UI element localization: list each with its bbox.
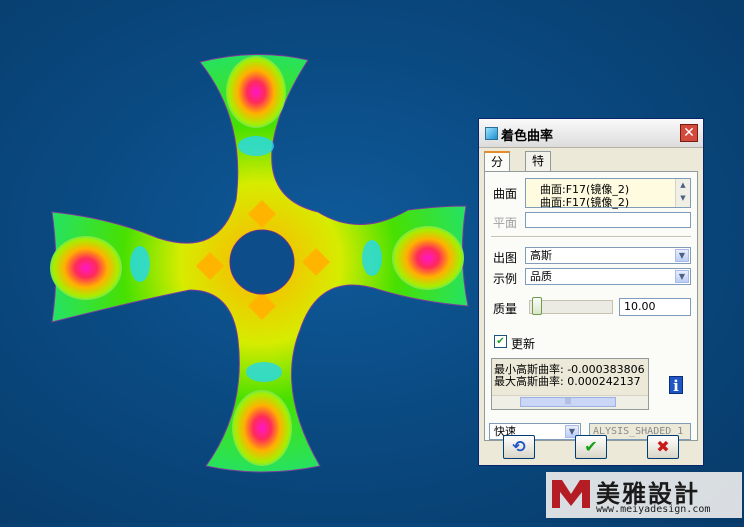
display-value: 品质 (530, 270, 552, 283)
tab-feature[interactable]: 特征 (525, 151, 552, 187)
lobe-bottom (232, 390, 292, 466)
lobe-right (392, 226, 464, 290)
plane-label: 平面 (493, 216, 518, 230)
lobe-left (50, 236, 122, 300)
shaded-curvature-dialog: 着色曲率 ✕ 分析 特征 曲面 曲面:F17(镜像_2) 曲面:F17(镜像_2… (478, 118, 704, 466)
quality-slider-handle[interactable] (532, 297, 542, 315)
surface-label: 曲面 (493, 187, 518, 201)
scroll-up-icon[interactable]: ▲ (676, 179, 690, 192)
lobe-top (226, 56, 286, 128)
quality-input[interactable]: 10.00 (619, 298, 691, 316)
surface-listbox[interactable]: 曲面:F17(镜像_2) 曲面:F17(镜像_2) ▲ ▼ (525, 178, 691, 210)
tab-analysis[interactable]: 分析 (484, 151, 511, 188)
update-checkbox[interactable]: ✔ (494, 335, 507, 348)
ok-button[interactable]: ✔ (575, 435, 607, 459)
cancel-icon: ✖ (656, 437, 670, 456)
watermark-logo-icon (552, 480, 590, 508)
results-scrollbar[interactable]: ||| (492, 395, 648, 409)
curvature-results: 最小高斯曲率: -0.000383806 最大高斯曲率: 0.000242137… (491, 358, 649, 410)
analysis-panel: 曲面 曲面:F17(镜像_2) 曲面:F17(镜像_2) ▲ ▼ 平面 出图 高… (484, 171, 698, 441)
scroll-down-icon[interactable]: ▼ (676, 192, 690, 205)
dialog-title: 着色曲率 (501, 129, 554, 144)
check-icon: ✔ (584, 437, 598, 456)
max-curvature-text: 最大高斯曲率: 0.000242137 (494, 375, 641, 388)
chevron-down-icon[interactable]: ▼ (675, 270, 689, 283)
output-label: 出图 (493, 251, 518, 265)
chevron-down-icon[interactable]: ▼ (675, 249, 689, 262)
center-hole (229, 229, 295, 295)
scrollbar-thumb[interactable]: ||| (520, 397, 616, 407)
quality-label: 质量 (493, 302, 518, 316)
repeat-button[interactable]: ⟲ (503, 435, 535, 459)
watermark: 美雅設計 www.meiyadesign.com (546, 472, 742, 518)
repeat-icon: ⟲ (512, 437, 526, 456)
output-value: 高斯 (530, 249, 552, 262)
app-icon (485, 127, 498, 140)
update-label: 更新 (511, 337, 536, 351)
list-item[interactable]: 曲面:F17(镜像_2) (540, 194, 629, 210)
surface-scrollbar[interactable]: ▲ ▼ (675, 179, 690, 207)
plane-field[interactable] (525, 212, 691, 228)
output-select[interactable]: 高斯 ▼ (525, 247, 691, 264)
cancel-button[interactable]: ✖ (647, 435, 679, 459)
display-select[interactable]: 品质 ▼ (525, 268, 691, 285)
watermark-url: www.meiyadesign.com (596, 504, 711, 515)
info-icon[interactable]: i (669, 376, 683, 395)
dialog-titlebar[interactable]: 着色曲率 ✕ (479, 119, 703, 148)
display-label: 示例 (493, 272, 518, 286)
close-icon[interactable]: ✕ (680, 124, 698, 142)
divider (491, 236, 691, 238)
